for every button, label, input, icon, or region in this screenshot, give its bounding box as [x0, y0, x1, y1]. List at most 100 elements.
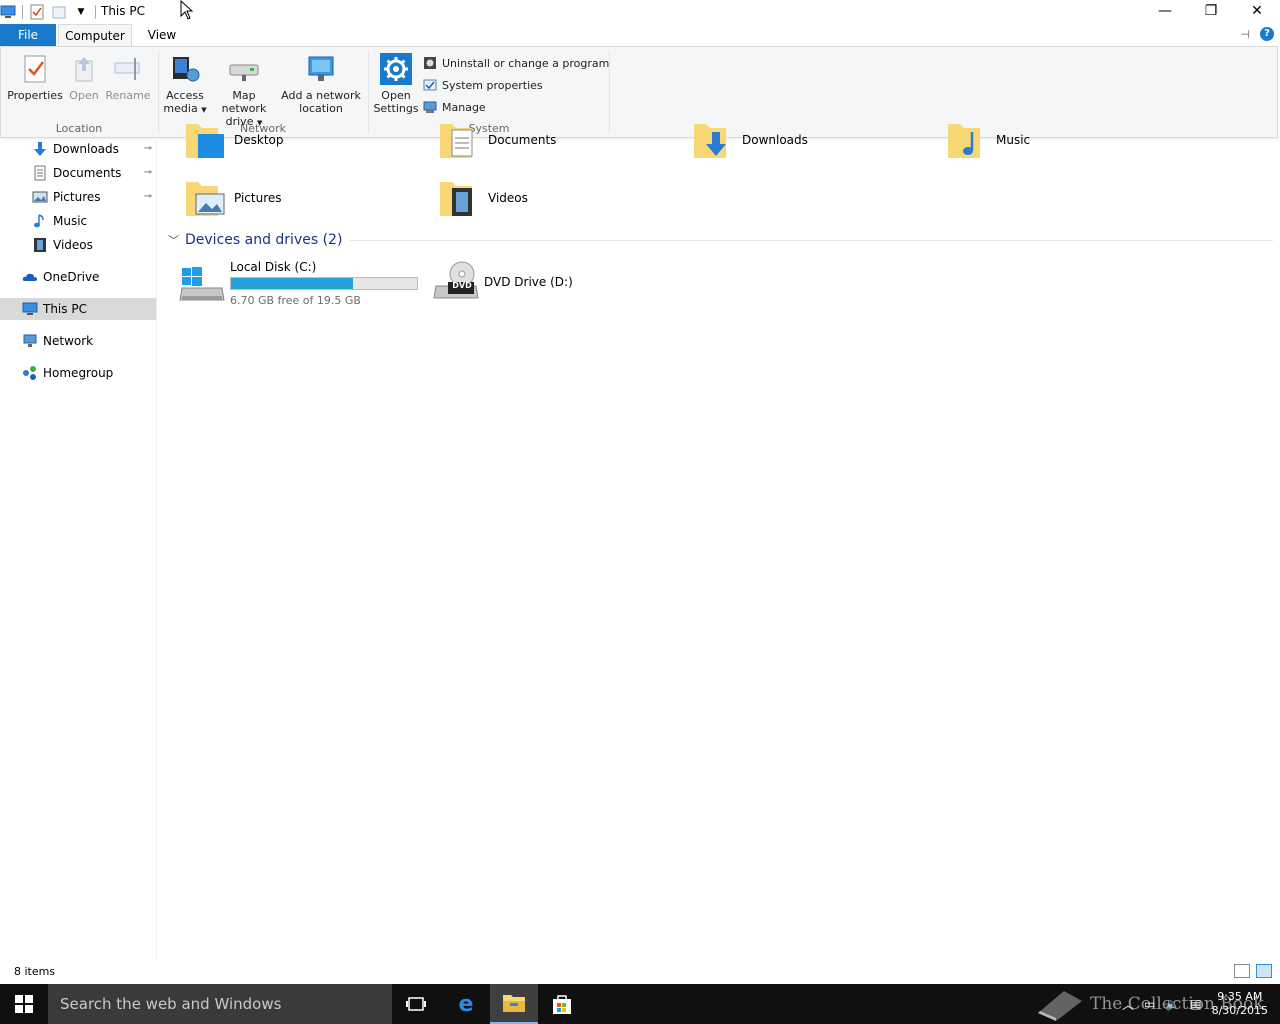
sidebar-item-onedrive[interactable]: OneDrive	[0, 266, 156, 288]
svg-text:e: e	[459, 993, 474, 1015]
this-pc-window-icon[interactable]	[0, 4, 16, 20]
pin-icon: ⊸	[143, 191, 152, 202]
manage-label: Manage	[442, 100, 486, 114]
task-view-button[interactable]	[392, 984, 440, 1024]
file-explorer-button[interactable]	[490, 984, 538, 1024]
rename-icon	[112, 53, 144, 85]
sidebar-item-pictures[interactable]: Pictures ⊸	[0, 186, 156, 208]
sidebar-item-network[interactable]: Network	[0, 330, 156, 352]
folder-label: Documents	[488, 133, 557, 147]
sidebar-item-this-pc[interactable]: This PC	[0, 298, 156, 320]
devices-and-drives-header[interactable]: ﹀ Devices and drives (2)	[168, 232, 1273, 248]
sidebar-item-label: This PC	[43, 302, 87, 316]
collapse-chevron-icon[interactable]: ﹀	[168, 232, 179, 248]
sidebar-item-documents[interactable]: Documents ⊸	[0, 162, 156, 184]
qat-separator	[22, 5, 23, 19]
system-properties-button[interactable]: System properties	[423, 75, 543, 95]
qat-separator	[95, 5, 96, 19]
large-icons-view-icon[interactable]	[1256, 964, 1272, 978]
sidebar-item-label: Documents	[53, 166, 122, 180]
map-network-drive-button[interactable]: Map network drive ▼	[209, 51, 279, 130]
uninstall-icon	[423, 56, 437, 70]
rename-label: Rename	[105, 89, 151, 102]
uninstall-program-button[interactable]: Uninstall or change a program	[423, 53, 609, 73]
pin-ribbon-icon[interactable]: ⊣	[1240, 28, 1250, 41]
navigation-pane: Downloads ⊸ Documents ⊸ Pictures ⊸ Music…	[0, 138, 157, 960]
documents-icon	[32, 165, 48, 181]
volume-icon[interactable]: 🔈	[1165, 997, 1180, 1011]
folder-label: Music	[996, 133, 1031, 147]
tab-view[interactable]: View	[140, 24, 184, 46]
pin-icon: ⊸	[143, 143, 152, 154]
store-button[interactable]	[538, 984, 586, 1024]
open-settings-button[interactable]: Open Settings	[373, 51, 419, 115]
sidebar-item-label: Downloads	[53, 142, 119, 156]
folder-documents[interactable]: Documents	[438, 120, 556, 160]
rename-button[interactable]: Rename	[105, 51, 151, 102]
new-folder-qat-icon[interactable]	[51, 4, 67, 20]
open-button[interactable]: Open	[65, 51, 103, 102]
drive-local-disk-c[interactable]: Local Disk (C:) 6.70 GB free of 19.5 GB	[178, 260, 418, 307]
folder-videos[interactable]: Videos	[438, 178, 528, 218]
properties-qat-icon[interactable]	[29, 4, 45, 20]
close-button[interactable]: ✕	[1234, 0, 1280, 22]
clock[interactable]: 9:35 AM 8/30/2015	[1212, 990, 1268, 1018]
start-button[interactable]	[0, 984, 48, 1024]
edge-icon: e	[459, 993, 474, 1015]
status-bar: 8 items	[0, 960, 1280, 984]
drive-dvd-d[interactable]: DVD DVD Drive (D:)	[432, 260, 573, 304]
folder-music[interactable]: Music	[946, 120, 1030, 160]
dvd-drive-icon: DVD	[432, 260, 480, 304]
folder-desktop[interactable]: Desktop	[184, 120, 284, 160]
this-pc-icon	[22, 301, 38, 317]
access-media-button[interactable]: Access media ▼	[161, 51, 209, 117]
drive-info: DVD Drive (D:)	[484, 275, 573, 289]
pictures-folder-icon	[184, 178, 228, 218]
system-properties-icon	[423, 78, 437, 92]
sidebar-item-label: Videos	[53, 238, 93, 252]
sidebar-item-label: Network	[43, 334, 94, 348]
window-controls: — ❐ ✕	[1142, 0, 1280, 22]
help-icon[interactable]: ?	[1260, 27, 1274, 41]
system-properties-label: System properties	[442, 78, 543, 92]
sidebar-item-downloads[interactable]: Downloads ⊸	[0, 138, 156, 160]
sidebar-item-videos[interactable]: Videos	[0, 234, 156, 256]
content-pane: Desktop Documents Downloads Music Pictur…	[158, 124, 1280, 960]
restore-button[interactable]: ❐	[1188, 0, 1234, 22]
videos-icon	[32, 237, 48, 253]
windows-logo-icon	[15, 995, 33, 1013]
sidebar-item-label: OneDrive	[43, 270, 100, 284]
tab-computer[interactable]: Computer	[58, 24, 132, 46]
settings-gear-icon	[380, 53, 412, 85]
minimize-button[interactable]: —	[1142, 0, 1188, 22]
show-hidden-icons-chevron-icon[interactable]: ︿	[1122, 996, 1134, 1013]
sidebar-item-homegroup[interactable]: Homegroup	[0, 362, 156, 384]
tab-file[interactable]: File	[0, 24, 56, 46]
manage-button[interactable]: Manage	[423, 97, 486, 117]
store-bag-icon	[553, 995, 571, 1014]
manage-icon	[423, 100, 437, 114]
pictures-icon	[32, 189, 48, 205]
folder-downloads[interactable]: Downloads	[692, 120, 808, 160]
folder-label: Videos	[488, 191, 528, 205]
system-small-buttons: Uninstall or change a program System pro…	[423, 51, 609, 121]
desktop-folder-icon	[184, 120, 228, 160]
windows-drive-icon	[178, 262, 226, 306]
add-network-location-label: Add a network location	[281, 89, 361, 115]
customize-qat-chevron-icon[interactable]: ▼	[73, 4, 89, 20]
add-network-location-button[interactable]: Add a network location	[281, 51, 361, 115]
sidebar-item-label: Music	[53, 214, 88, 228]
properties-button[interactable]: Properties	[7, 51, 63, 102]
network-status-icon[interactable]: ▭	[1144, 997, 1155, 1011]
action-center-icon[interactable]: ▤	[1190, 997, 1201, 1011]
location-group: Properties Open Rename Location	[1, 47, 157, 137]
taskbar-search-box[interactable]: Search the web and Windows	[48, 984, 392, 1024]
folder-pictures[interactable]: Pictures	[184, 178, 282, 218]
sidebar-item-label: Homegroup	[43, 366, 114, 380]
open-icon	[68, 53, 100, 85]
edge-browser-button[interactable]: e	[442, 984, 490, 1024]
ribbon-tabs: File Computer View ⊣ ?	[0, 24, 1280, 46]
details-view-icon[interactable]	[1234, 964, 1250, 978]
ribbon-tab-tools: ⊣ ?	[1240, 27, 1274, 41]
sidebar-item-music[interactable]: Music	[0, 210, 156, 232]
